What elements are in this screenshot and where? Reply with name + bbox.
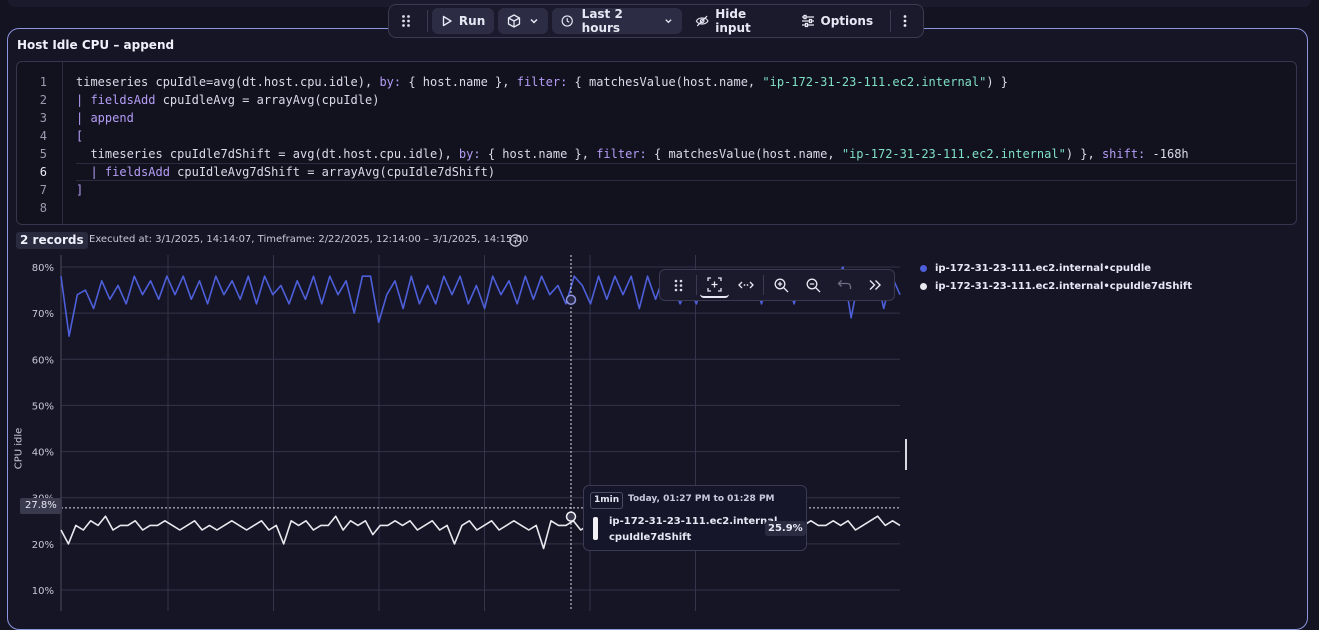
series-color-bar (593, 517, 598, 540)
zoom-in-button[interactable] (767, 272, 796, 298)
info-icon[interactable] (509, 234, 522, 247)
code-line[interactable]: ] (76, 181, 1296, 199)
line-number: 3 (39, 111, 47, 125)
line-number: 4 (39, 129, 47, 143)
data-source-dropdown[interactable] (498, 8, 549, 34)
options-label: Options (820, 14, 874, 28)
legend-item[interactable]: ip-172-31-23-111.ec2.internal•cpuIdle7dS… (920, 277, 1192, 295)
select-tool-button[interactable] (700, 272, 730, 298)
section-toolbar: Run Last 2 hours Hide input Options (388, 4, 924, 38)
y-tick-label: 40% (32, 448, 54, 459)
execution-info: Executed at: 3/1/2025, 14:14:07, Timefra… (89, 234, 529, 245)
line-number: 5 (39, 147, 47, 161)
run-button[interactable]: Run (431, 8, 495, 34)
code-line[interactable]: | fieldsAdd cpuIdleAvg = arrayAvg(cpuIdl… (76, 91, 1296, 109)
line-number: 1 (39, 75, 47, 89)
run-label: Run (458, 14, 486, 28)
section-title[interactable]: Host Idle CPU – append (17, 38, 174, 52)
cube-icon (508, 14, 521, 28)
eye-off-icon (695, 15, 709, 27)
records-count-badge: 2 records (16, 232, 88, 249)
chart-legend: ip-172-31-23-111.ec2.internal•cpuIdle ip… (920, 259, 1192, 295)
y-tick-label: 80% (32, 263, 54, 274)
dql-editor[interactable]: 1 2 3 4 5 6 7 8 timeseries cpuIdle=avg(d… (16, 61, 1297, 225)
zoom-out-icon (806, 278, 821, 292)
sliders-icon (801, 14, 814, 28)
undo-icon (837, 280, 851, 289)
line-number: 7 (39, 183, 47, 197)
zoom-out-button[interactable] (799, 272, 828, 298)
zoom-in-icon (775, 278, 789, 292)
chevron-down-icon (665, 19, 672, 24)
chart-toolbar (659, 269, 895, 301)
timeframe-label: Last 2 hours (581, 7, 623, 35)
y-tick-label: 20% (32, 540, 54, 551)
y-cursor-value: 27.8% (20, 498, 62, 514)
toolbar-divider (763, 275, 765, 295)
toolbar-divider (890, 10, 891, 32)
code-line[interactable]: | append (76, 109, 1296, 127)
hover-tooltip: 1min Today, 01:27 PM to 01:28 PM ip-172-… (583, 485, 807, 551)
hover-point-cpuidle7dshift (565, 511, 577, 522)
y-axis-label: CPU idle (13, 427, 25, 470)
legend-scrollbar[interactable] (905, 439, 907, 470)
toolbar-divider (696, 275, 698, 295)
more-menu-button[interactable] (895, 8, 915, 34)
y-tick-label: 60% (32, 355, 54, 366)
clock-icon (561, 15, 574, 27)
drag-handle-icon (674, 279, 683, 291)
hover-point-cpuidle (565, 294, 577, 306)
tooltip-host: ip-172-31-23-111.ec2.internal (609, 516, 778, 527)
tooltip-time: Today, 01:27 PM to 01:28 PM (628, 494, 775, 504)
line-number-gutter: 1 2 3 4 5 6 7 8 (17, 62, 63, 224)
code-line-active[interactable]: | fieldsAdd cpuIdleAvg7dShift = arrayAvg… (76, 163, 1296, 181)
toolbar-divider (427, 10, 428, 32)
chevrons-right-icon (869, 280, 882, 290)
timeframe-selector[interactable]: Last 2 hours (552, 7, 682, 35)
drag-handle[interactable] (393, 8, 419, 34)
hide-input-button[interactable]: Hide input (686, 7, 788, 35)
y-tick-label: 50% (32, 401, 54, 412)
chart-drag-handle[interactable] (664, 272, 693, 298)
code-line[interactable] (76, 199, 1296, 217)
more-vertical-icon (903, 15, 907, 27)
line-number-active: 6 (39, 165, 47, 179)
legend-marker (920, 264, 927, 272)
y-tick-label: 10% (32, 586, 54, 597)
code-line[interactable]: timeseries cpuIdle=avg(dt.host.cpu.idle)… (76, 73, 1296, 91)
select-area-icon (707, 276, 722, 292)
legend-marker (920, 282, 927, 290)
code-line[interactable]: timeseries cpuIdle7dShift = avg(dt.host.… (76, 145, 1296, 163)
options-button[interactable]: Options (792, 8, 883, 34)
y-tick-label: 70% (32, 309, 54, 320)
legend-item[interactable]: ip-172-31-23-111.ec2.internal•cpuIdle (920, 259, 1192, 277)
legend-label: ip-172-31-23-111.ec2.internal•cpuIdle7dS… (935, 280, 1193, 292)
expand-toolbar-button[interactable] (861, 272, 890, 298)
line-number: 8 (39, 201, 47, 215)
code-line[interactable]: [ (76, 127, 1296, 145)
resolution-tag: 1min (590, 492, 624, 509)
tooltip-value: 25.9% (765, 521, 806, 536)
hide-input-label: Hide input (715, 7, 751, 35)
undo-zoom-button[interactable] (830, 272, 859, 298)
drag-handle-icon (402, 15, 410, 27)
tooltip-metric: cpuIdle7dShift (609, 532, 692, 543)
timeseries-chart[interactable]: 80%70%60%50%40%30%20%10% (0, 255, 915, 611)
chevron-down-icon (530, 18, 538, 24)
pan-horizontal-icon (737, 281, 754, 289)
legend-label: ip-172-31-23-111.ec2.internal•cpuIdle (935, 262, 1152, 274)
play-icon (442, 15, 452, 27)
pan-tool-button[interactable] (731, 272, 760, 298)
line-number: 2 (39, 93, 47, 107)
